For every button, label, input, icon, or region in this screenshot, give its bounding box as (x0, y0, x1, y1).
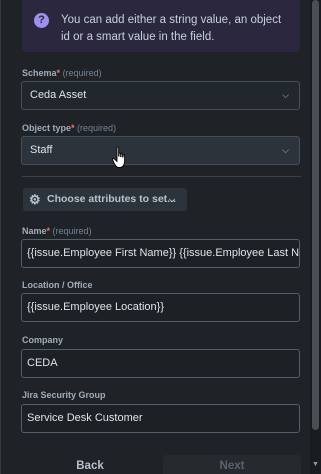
chevron-down-icon: ⌵ (282, 145, 289, 155)
location-input[interactable]: {{issue.Employee Location}} (21, 293, 300, 322)
schema-label-text: Schema (22, 68, 57, 78)
divider (22, 176, 301, 177)
schema-label: Schema* (required) (22, 68, 102, 78)
name-label-text: Name (22, 226, 47, 236)
automation-panel: ? You can add either a string value, an … (0, 0, 321, 474)
company-input[interactable]: CEDA (21, 349, 300, 378)
scroll-down-icon[interactable]: ▼ (312, 461, 319, 468)
choose-attributes-button[interactable]: ⚙ Choose attributes to set... ⌵ (23, 188, 187, 211)
help-icon: ? (34, 13, 49, 28)
chevron-down-icon: ⌵ (169, 195, 176, 204)
location-label: Location / Office (22, 280, 93, 290)
scrollbar[interactable]: ▼ (310, 0, 321, 474)
footer: Back Next (1, 449, 311, 474)
back-button[interactable]: Back (21, 455, 159, 474)
security-group-input[interactable]: Service Desk Customer (21, 404, 300, 433)
required-star: * (56, 68, 61, 78)
object-type-select-value: Staff (30, 144, 53, 156)
required-text: (required) (77, 123, 117, 133)
required-text: (required) (62, 68, 102, 78)
object-type-label-text: Object type (22, 123, 72, 133)
scrollbar-thumb[interactable] (312, 0, 319, 430)
gear-icon: ⚙ (29, 192, 41, 207)
required-star: * (46, 226, 51, 236)
schema-select-value: Ceda Asset (30, 89, 87, 101)
name-label: Name* (required) (22, 226, 92, 236)
required-text: (required) (52, 226, 92, 236)
hand-cursor-icon (112, 146, 126, 168)
name-input[interactable]: {{issue.Employee First Name}} {{issue.Em… (21, 239, 300, 268)
company-label: Company (22, 335, 64, 345)
object-type-select[interactable]: Staff ⌵ (21, 136, 300, 165)
next-button[interactable]: Next (163, 455, 301, 474)
choose-attributes-label: Choose attributes to set... (47, 193, 176, 205)
required-star: * (71, 123, 75, 133)
security-group-label: Jira Security Group (22, 390, 106, 400)
chevron-down-icon: ⌵ (282, 90, 289, 100)
schema-select[interactable]: Ceda Asset ⌵ (21, 81, 300, 110)
info-message: You can add either a string value, an ob… (61, 14, 282, 43)
object-type-label: Object type* (required) (22, 123, 116, 133)
info-banner: ? You can add either a string value, an … (22, 0, 300, 52)
